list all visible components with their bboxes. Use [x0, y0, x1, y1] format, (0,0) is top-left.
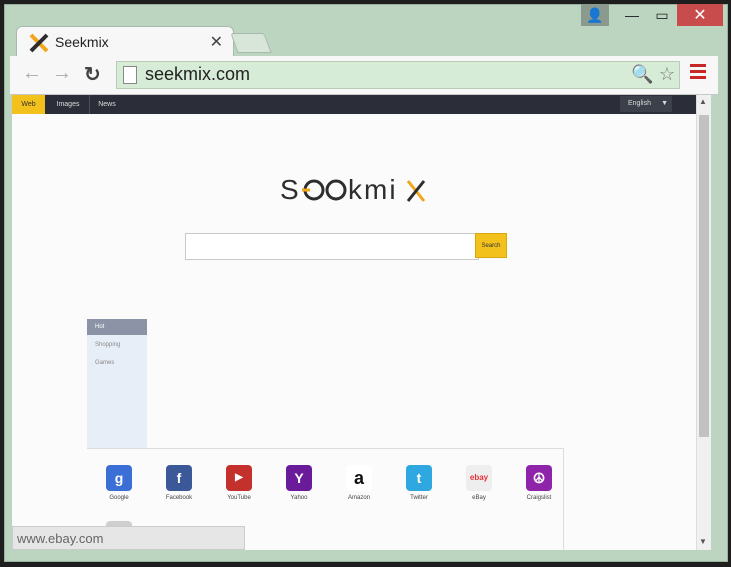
site-label: Google [109, 495, 129, 501]
site-label: eBay [472, 495, 486, 501]
sidebar-item-games[interactable]: Games [87, 355, 147, 371]
site-craigslist[interactable]: ☮ Craigslist [519, 465, 559, 501]
close-window-button[interactable]: ✕ [677, 4, 723, 26]
svg-text:S: S [280, 175, 301, 205]
language-select[interactable]: English ▼ [620, 96, 672, 112]
user-icon[interactable]: 👤 [581, 4, 609, 26]
omnibox-icons: 🔍 ☆ [631, 64, 675, 85]
search-topbar: Web Images News English ▼ [12, 95, 696, 114]
youtube-icon: ▶ [226, 465, 252, 491]
browser-tab[interactable]: Seekmix ✕ [16, 26, 234, 57]
craigslist-icon: ☮ [526, 465, 552, 491]
reload-icon[interactable]: ↻ [84, 62, 101, 87]
category-sidebar: Hot Shopping Games [87, 319, 147, 449]
browser-toolbar: ← → ↻ seekmix.com 🔍 ☆ [10, 56, 718, 95]
amazon-icon: a [346, 465, 372, 491]
browser-menu-icon[interactable] [690, 64, 706, 82]
seekmix-x-icon [29, 33, 49, 53]
status-bubble: www.ebay.com [12, 526, 245, 550]
zoom-icon[interactable]: 🔍 [631, 64, 653, 84]
search-input[interactable] [185, 233, 479, 260]
tab-web[interactable]: Web [12, 95, 45, 114]
scroll-down-icon[interactable]: ▼ [699, 537, 707, 546]
site-twitter[interactable]: t Twitter [399, 465, 439, 501]
site-google[interactable]: g Google [99, 465, 139, 501]
sidebar-item-shopping[interactable]: Shopping [87, 337, 147, 353]
url-text[interactable]: seekmix.com [145, 64, 250, 85]
forward-icon[interactable]: → [52, 62, 72, 85]
site-youtube[interactable]: ▶ YouTube [219, 465, 259, 501]
yahoo-icon: Y [286, 465, 312, 491]
maximize-button[interactable]: ▭ [647, 4, 677, 26]
seekmix-logo-graphic: S kmi [280, 174, 426, 205]
site-label: Craigslist [526, 495, 552, 501]
site-label: Yahoo [290, 495, 308, 501]
window-controls: 👤 — ▭ ✕ [581, 4, 723, 26]
site-label: Twitter [410, 495, 428, 501]
search-button[interactable]: Search [475, 233, 507, 258]
topbar-divider [89, 95, 90, 114]
site-label: Facebook [165, 495, 193, 501]
site-ebay[interactable]: ebay eBay [459, 465, 499, 501]
browser-window: 👤 — ▭ ✕ Seekmix ✕ ← → ↻ seekmix.com 🔍 ☆ [0, 0, 731, 567]
page-icon [123, 66, 137, 84]
facebook-icon: f [166, 465, 192, 491]
vertical-scrollbar[interactable]: ▲ ▼ [696, 95, 711, 550]
tab-news[interactable]: News [92, 95, 122, 114]
address-bar[interactable]: seekmix.com 🔍 ☆ [116, 61, 680, 89]
back-icon[interactable]: ← [22, 62, 42, 85]
sidebar-item-hot[interactable]: Hot [87, 319, 147, 335]
language-label: English [628, 100, 651, 107]
site-yahoo[interactable]: Y Yahoo [279, 465, 319, 501]
tab-close-icon[interactable]: ✕ [210, 32, 223, 52]
scroll-up-icon[interactable]: ▲ [699, 97, 707, 106]
tab-images[interactable]: Images [49, 95, 87, 114]
page-viewport: Web Images News English ▼ S kmi Search H… [12, 95, 696, 550]
twitter-icon: t [406, 465, 432, 491]
google-icon: g [106, 465, 132, 491]
site-facebook[interactable]: f Facebook [159, 465, 199, 501]
minimize-button[interactable]: — [617, 4, 647, 26]
svg-text:kmi: kmi [348, 175, 398, 205]
chevron-down-icon: ▼ [661, 100, 668, 107]
ebay-icon: ebay [466, 465, 492, 491]
site-label: YouTube [227, 495, 251, 501]
new-tab-button[interactable] [230, 33, 272, 53]
site-amazon[interactable]: a Amazon [339, 465, 379, 501]
site-label: Amazon [347, 495, 370, 501]
scrollbar-thumb[interactable] [699, 115, 709, 437]
seekmix-logo: S kmi [280, 174, 428, 213]
bookmark-star-icon[interactable]: ☆ [659, 64, 675, 84]
tab-title: Seekmix [55, 34, 109, 50]
